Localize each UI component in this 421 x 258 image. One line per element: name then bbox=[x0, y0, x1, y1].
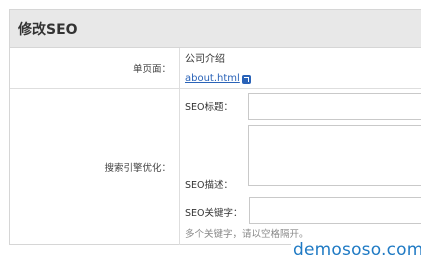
page-link[interactable]: about.html bbox=[185, 71, 251, 87]
seo-keywords-input[interactable] bbox=[249, 197, 421, 224]
seo-keywords-label: SEO关键字： bbox=[185, 208, 243, 219]
edit-seo-panel: 修改SEO 单页面： 公司介绍 about.html 搜索引擎优化： SEO标题… bbox=[9, 9, 421, 245]
seo-row: 搜索引擎优化： SEO标题： SEO描述： SEO关键字： 多个关键字，请以空格… bbox=[10, 89, 421, 245]
seo-title-input[interactable] bbox=[248, 93, 421, 120]
seo-title-label: SEO标题： bbox=[185, 102, 234, 113]
seo-keywords-hint: 多个关键字，请以空格隔开。 bbox=[185, 229, 309, 240]
page-label: 单页面： bbox=[10, 48, 180, 88]
page-row: 单页面： 公司介绍 about.html bbox=[10, 48, 421, 89]
watermark-text: demososo.com bbox=[291, 240, 421, 258]
seo-description-textarea[interactable] bbox=[248, 125, 421, 186]
page-value: 公司介绍 about.html bbox=[180, 48, 421, 88]
seo-fields: SEO标题： SEO描述： SEO关键字： 多个关键字，请以空格隔开。 bbox=[180, 89, 421, 245]
external-link-icon[interactable] bbox=[241, 74, 251, 84]
seo-description-label: SEO描述： bbox=[185, 180, 234, 191]
page-name: 公司介绍 bbox=[185, 54, 225, 65]
page-link-text[interactable]: about.html bbox=[185, 71, 240, 87]
seo-label: 搜索引擎优化： bbox=[10, 89, 180, 245]
panel-header: 修改SEO bbox=[10, 10, 421, 48]
panel-title: 修改SEO bbox=[18, 21, 78, 38]
